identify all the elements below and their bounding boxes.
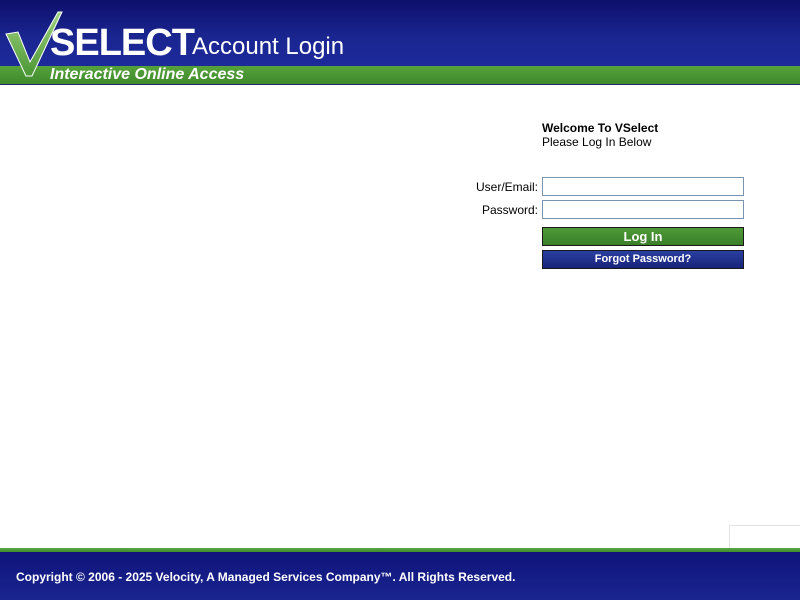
page-header: SELECT Account Login Interactive Online …	[0, 0, 800, 86]
user-email-input[interactable]	[542, 177, 744, 196]
welcome-subtitle: Please Log In Below	[542, 135, 652, 149]
password-label: Password:	[481, 203, 538, 217]
page-footer: Copyright © 2006 - 2025 Velocity, A Mana…	[0, 552, 800, 600]
page-subtitle: Interactive Online Access	[50, 66, 245, 83]
welcome-title: Welcome To VSelect	[542, 121, 659, 135]
copyright-text: Copyright © 2006 - 2025 Velocity, A Mana…	[16, 570, 516, 584]
logo-wordmark: SELECT	[50, 22, 195, 64]
password-input[interactable]	[542, 200, 744, 219]
user-email-label: User/Email:	[475, 180, 538, 194]
login-button[interactable]: Log In	[542, 227, 744, 246]
forgot-password-button[interactable]: Forgot Password?	[542, 250, 744, 269]
header-divider	[0, 84, 800, 85]
welcome-message: Welcome To VSelect Please Log In Below	[542, 121, 658, 149]
page-title: Account Login	[192, 33, 345, 60]
